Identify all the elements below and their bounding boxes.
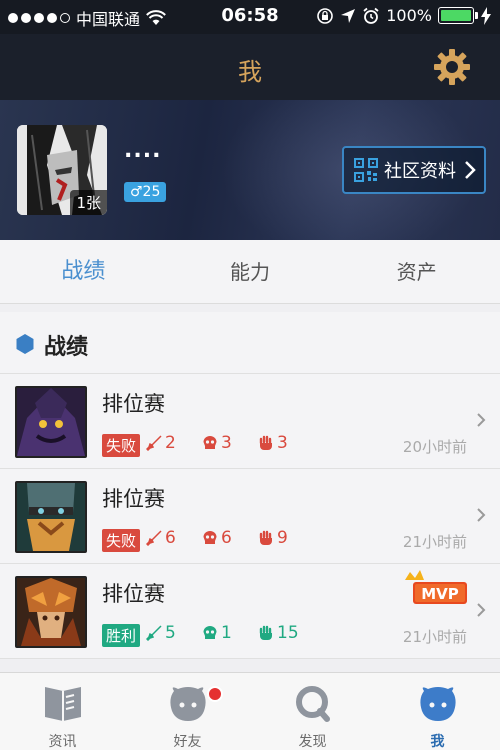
skull-icon bbox=[203, 626, 217, 639]
section-title: 战绩 bbox=[44, 335, 89, 360]
bottom-tab-bar: 资讯 好友 发现 我 bbox=[0, 672, 500, 750]
tab-records[interactable]: 战绩 bbox=[0, 240, 167, 303]
assists-value: 9 bbox=[277, 528, 288, 548]
chevron-right-icon bbox=[477, 603, 486, 617]
chevron-right-icon bbox=[477, 413, 486, 427]
match-time: 20小时前 bbox=[402, 438, 467, 456]
deaths-stat: 6 bbox=[202, 528, 232, 548]
assists-stat: 3 bbox=[258, 433, 288, 453]
nickname: .... bbox=[124, 138, 162, 163]
section-header: 战绩 bbox=[0, 312, 500, 374]
kills-stat: 5 bbox=[146, 623, 176, 643]
skull-icon bbox=[203, 531, 217, 544]
match-row[interactable]: 排位赛 失败 6 6 9 21小时前 bbox=[0, 469, 500, 564]
result-badge: 失败 bbox=[102, 434, 141, 457]
community-profile-button[interactable]: 社区资料 bbox=[342, 146, 486, 194]
tabbar-discover-label: 发现 bbox=[298, 734, 327, 750]
champion-portrait bbox=[15, 481, 87, 553]
friends-icon bbox=[169, 687, 206, 721]
community-profile-label: 社区资料 bbox=[384, 161, 456, 182]
status-bar: 中国联通 06:58 100% bbox=[0, 0, 500, 34]
match-row[interactable]: 排位赛 失败 2 3 3 20小时前 bbox=[0, 374, 500, 469]
qr-code-icon bbox=[354, 158, 378, 182]
assists-stat: 9 bbox=[258, 528, 288, 548]
deaths-value: 1 bbox=[221, 623, 232, 643]
tabbar-me[interactable]: 我 bbox=[375, 673, 500, 750]
tabbar-friends-label: 好友 bbox=[173, 734, 202, 750]
avatar-count: 1张 bbox=[70, 190, 107, 215]
sword-icon bbox=[146, 530, 162, 546]
deaths-stat: 1 bbox=[202, 623, 232, 643]
kills-stat: 6 bbox=[146, 528, 176, 548]
chevron-right-icon bbox=[477, 508, 486, 522]
news-book-icon bbox=[44, 687, 81, 721]
match-time: 21小时前 bbox=[402, 533, 467, 551]
location-arrow-icon bbox=[341, 8, 356, 23]
kills-stat: 2 bbox=[146, 433, 176, 453]
tabbar-me-label: 我 bbox=[430, 734, 445, 750]
tabbar-news[interactable]: 资讯 bbox=[0, 673, 125, 750]
deaths-value: 6 bbox=[221, 528, 232, 548]
discover-search-icon bbox=[295, 686, 330, 722]
match-time: 21小时前 bbox=[402, 628, 467, 646]
champion-portrait bbox=[15, 576, 87, 648]
sword-icon bbox=[146, 435, 162, 451]
avatar[interactable]: 1张 bbox=[17, 125, 107, 215]
alarm-icon bbox=[363, 7, 379, 24]
kills-value: 5 bbox=[165, 623, 176, 643]
rotation-lock-icon bbox=[317, 7, 334, 24]
hand-icon bbox=[259, 435, 272, 450]
sword-icon bbox=[146, 625, 162, 641]
deaths-stat: 3 bbox=[202, 433, 232, 453]
hand-icon bbox=[259, 625, 272, 640]
match-type: 排位赛 bbox=[102, 582, 165, 606]
mvp-badge: MVP bbox=[405, 570, 467, 604]
tabbar-news-label: 资讯 bbox=[48, 734, 77, 750]
result-badge: 胜利 bbox=[102, 624, 141, 647]
nav-bar: 我 bbox=[0, 34, 500, 100]
gender-level-badge: ♂25 bbox=[124, 182, 167, 202]
match-type: 排位赛 bbox=[102, 487, 165, 511]
assists-value: 3 bbox=[277, 433, 288, 453]
page-title: 我 bbox=[238, 58, 262, 86]
tabbar-friends[interactable]: 好友 bbox=[125, 673, 250, 750]
hexagon-icon bbox=[16, 334, 34, 354]
skull-icon bbox=[203, 436, 217, 449]
profile-header: 1张 .... ♂25 社区资料 bbox=[0, 100, 500, 240]
assists-value: 15 bbox=[277, 623, 299, 643]
chevron-right-icon bbox=[465, 161, 476, 179]
segment-tabs: 战绩 能力 资产 bbox=[0, 240, 500, 304]
kills-value: 2 bbox=[165, 433, 176, 453]
settings-gear-icon[interactable] bbox=[432, 47, 472, 87]
tab-ability[interactable]: 能力 bbox=[167, 240, 334, 303]
battery-percent: 100% bbox=[386, 6, 432, 25]
tab-assets[interactable]: 资产 bbox=[333, 240, 500, 303]
deaths-value: 3 bbox=[221, 433, 232, 453]
result-badge: 失败 bbox=[102, 529, 141, 552]
notification-dot bbox=[207, 686, 223, 702]
kills-value: 6 bbox=[165, 528, 176, 548]
match-row[interactable]: 排位赛 胜利 5 1 15 MVP 21小时前 bbox=[0, 564, 500, 659]
tabbar-discover[interactable]: 发现 bbox=[250, 673, 375, 750]
me-icon bbox=[419, 687, 456, 721]
champion-portrait bbox=[15, 386, 87, 458]
charging-bolt-icon bbox=[481, 6, 491, 25]
assists-stat: 15 bbox=[258, 623, 299, 643]
match-type: 排位赛 bbox=[102, 392, 165, 416]
mvp-label: MVP bbox=[421, 585, 459, 603]
battery-icon bbox=[438, 7, 478, 24]
hand-icon bbox=[259, 530, 272, 545]
